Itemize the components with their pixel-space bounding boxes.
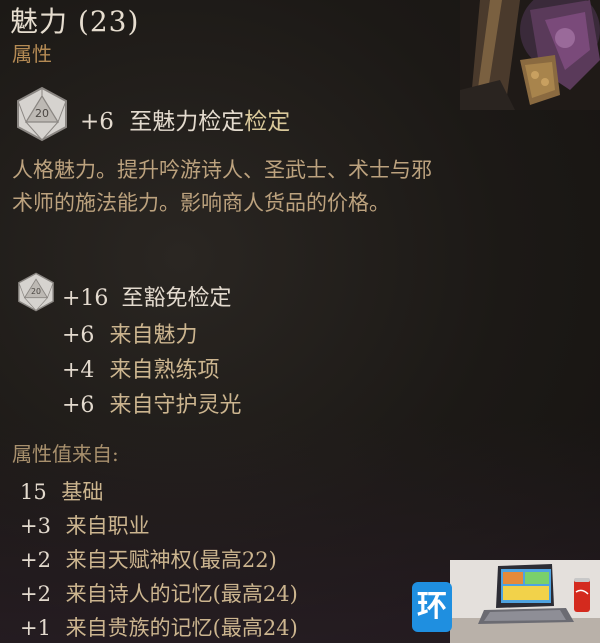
ability-check-text: 至魅力检定 [129, 109, 245, 135]
saving-throw-breakdown-row: +6 来自守护灵光 [62, 387, 241, 419]
attribute-type: 属性 [12, 42, 52, 66]
breakdown-value: +6 [62, 393, 95, 418]
value-source-row: +2 来自诗人的记忆(最高24) [20, 578, 298, 608]
value-source-row: +2 来自天赋神权(最高22) [20, 544, 277, 574]
ability-check-highlight: 检定 [244, 109, 291, 135]
site-logo-icon: 环 [412, 582, 452, 632]
value-source-label: 来自贵族的记忆(最高24) [65, 616, 298, 640]
breakdown-source: 来自魅力 [109, 323, 198, 348]
value-source-row: +3 来自职业 [20, 510, 150, 540]
breakdown-source: 来自熟练项 [109, 358, 220, 383]
watermark-photo [450, 560, 600, 643]
character-portrait [460, 0, 600, 110]
svg-text:20: 20 [31, 287, 41, 296]
attribute-description: 人格魅力。提升吟游诗人、圣武士、术士与邪术师的施法能力。影响商人货品的价格。 [12, 158, 432, 215]
value-source-amount: 15 [20, 480, 47, 504]
value-source-amount: +1 [20, 616, 51, 640]
saving-throw-line: +16 至豁免检定 [62, 280, 231, 312]
ability-check-line: +6 至魅力检定检定 [80, 102, 290, 136]
value-source-amount: +2 [20, 582, 51, 606]
value-sources-heading: 属性值来自: [12, 442, 119, 466]
ability-check-bonus: +6 [80, 109, 114, 135]
svg-text:20: 20 [35, 107, 49, 120]
breakdown-value: +4 [62, 358, 95, 383]
watermark-overlay: 环 [412, 560, 600, 643]
attribute-title: 魅力 (23) [10, 5, 140, 38]
saving-throw-text: 至豁免检定 [121, 286, 232, 311]
breakdown-source: 来自守护灵光 [109, 393, 242, 418]
value-source-label: 来自诗人的记忆(最高24) [65, 582, 298, 606]
value-source-row: +1 来自贵族的记忆(最高24) [20, 612, 298, 642]
saving-throw-bonus: +16 [62, 286, 109, 311]
value-source-label: 基础 [61, 480, 104, 504]
value-source-amount: +3 [20, 514, 51, 538]
d20-die-icon: 20 [16, 272, 56, 312]
d20-die-icon: 20 [14, 86, 70, 142]
value-source-label: 来自天赋神权(最高22) [65, 548, 277, 572]
saving-throw-breakdown-row: +4 来自熟练项 [62, 352, 219, 384]
value-source-label: 来自职业 [65, 514, 150, 538]
breakdown-value: +6 [62, 323, 95, 348]
value-source-amount: +2 [20, 548, 51, 572]
saving-throw-breakdown-row: +6 来自魅力 [62, 317, 197, 349]
value-source-row: 15 基础 [20, 476, 103, 506]
